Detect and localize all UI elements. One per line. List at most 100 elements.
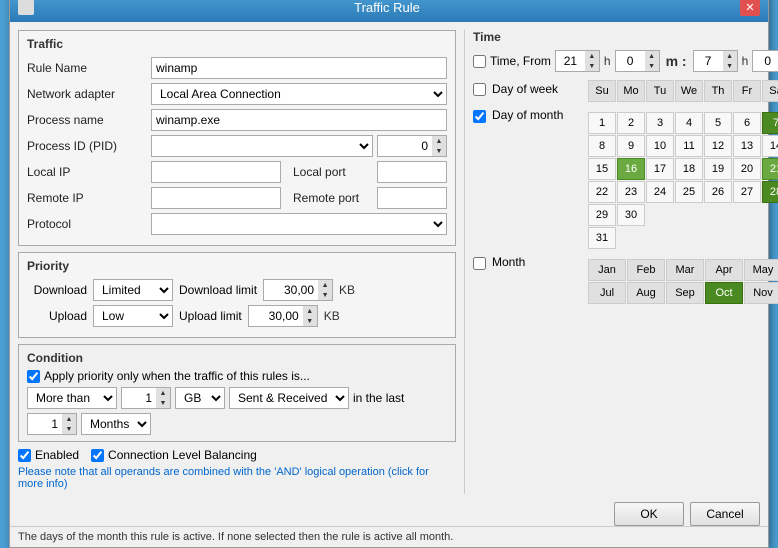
condition-value-input[interactable] <box>121 387 156 409</box>
cal-cell[interactable]: 21 <box>762 158 778 180</box>
time-m-down[interactable]: ▼ <box>645 61 659 71</box>
protocol-select[interactable] <box>151 213 447 235</box>
dow-cell[interactable]: Tu <box>646 80 674 102</box>
time-toh-input[interactable] <box>693 50 723 72</box>
cal-cell[interactable]: 23 <box>617 181 645 203</box>
local-port-input[interactable] <box>377 161 447 183</box>
cal-cell[interactable]: 22 <box>588 181 616 203</box>
cal-cell[interactable]: 26 <box>704 181 732 203</box>
condition-checkbox[interactable] <box>27 370 40 383</box>
cal-cell[interactable]: 17 <box>646 158 674 180</box>
download-select[interactable]: Limited Low Normal High <box>93 279 173 301</box>
connection-balancing-checkbox[interactable] <box>91 449 104 462</box>
upload-limit-input[interactable] <box>248 305 303 327</box>
cal-cell[interactable]: 29 <box>588 204 616 226</box>
cal-cell[interactable]: 15 <box>588 158 616 180</box>
rule-name-input[interactable] <box>151 57 447 79</box>
month-cell[interactable]: Feb <box>627 259 665 281</box>
time-m-up[interactable]: ▲ <box>645 51 659 61</box>
cal-cell[interactable]: 12 <box>704 135 732 157</box>
time-from-label[interactable]: Time, From <box>490 54 551 68</box>
condition-unit-select[interactable]: GB MB KB <box>175 387 225 409</box>
remote-port-input[interactable] <box>377 187 447 209</box>
cal-cell[interactable]: 1 <box>588 112 616 134</box>
last-value-input[interactable] <box>27 413 62 435</box>
month-cell[interactable]: Mar <box>666 259 704 281</box>
cal-cell[interactable]: 18 <box>675 158 703 180</box>
day-of-month-label[interactable]: Day of month <box>492 108 582 122</box>
last-val-up[interactable]: ▲ <box>62 414 76 424</box>
info-link[interactable]: Please note that all operands are combin… <box>18 466 456 490</box>
time-h-input[interactable] <box>555 50 585 72</box>
connection-balancing-label[interactable]: Connection Level Balancing <box>91 448 257 462</box>
condition-val-up[interactable]: ▲ <box>156 388 170 398</box>
month-cell[interactable]: Jul <box>588 282 626 304</box>
enabled-label[interactable]: Enabled <box>18 448 79 462</box>
dow-cell[interactable]: We <box>675 80 703 102</box>
time-from-checkbox[interactable] <box>473 55 486 68</box>
download-spin-up[interactable]: ▲ <box>318 280 332 290</box>
cal-cell[interactable]: 4 <box>675 112 703 134</box>
cal-cell[interactable]: 2 <box>617 112 645 134</box>
time-tom-input[interactable] <box>752 50 778 72</box>
cal-cell[interactable]: 31 <box>588 227 616 249</box>
cal-cell[interactable]: 3 <box>646 112 674 134</box>
day-of-week-checkbox[interactable] <box>473 83 486 96</box>
download-limit-input[interactable] <box>263 279 318 301</box>
month-label[interactable]: Month <box>492 255 582 269</box>
cal-cell[interactable]: 13 <box>733 135 761 157</box>
download-spin-down[interactable]: ▼ <box>318 290 332 300</box>
dow-cell[interactable]: Fr <box>733 80 761 102</box>
time-toh-up[interactable]: ▲ <box>723 51 737 61</box>
cal-cell[interactable]: 20 <box>733 158 761 180</box>
upload-spin-up[interactable]: ▲ <box>303 306 317 316</box>
condition-checkbox-label[interactable]: Apply priority only when the traffic of … <box>44 369 310 383</box>
cal-cell[interactable]: 5 <box>704 112 732 134</box>
cal-cell[interactable]: 28 <box>762 181 778 203</box>
time-h-up[interactable]: ▲ <box>585 51 599 61</box>
cal-cell[interactable]: 8 <box>588 135 616 157</box>
month-cell[interactable]: May <box>744 259 778 281</box>
dow-cell[interactable]: Th <box>704 80 732 102</box>
condition-traffic-type-select[interactable]: Sent & Received Sent Received <box>229 387 349 409</box>
cal-cell[interactable]: 9 <box>617 135 645 157</box>
time-h-down[interactable]: ▼ <box>585 61 599 71</box>
close-button[interactable]: ✕ <box>740 0 760 16</box>
cal-cell[interactable]: 27 <box>733 181 761 203</box>
remote-ip-input[interactable] <box>151 187 281 209</box>
month-cell[interactable]: Jan <box>588 259 626 281</box>
dow-cell[interactable]: Sa <box>762 80 778 102</box>
month-checkbox[interactable] <box>473 257 486 270</box>
cal-cell[interactable]: 14 <box>762 135 778 157</box>
cal-cell[interactable]: 7 <box>762 112 778 134</box>
upload-select[interactable]: Low Limited Normal High <box>93 305 173 327</box>
cal-cell[interactable]: 11 <box>675 135 703 157</box>
enabled-checkbox[interactable] <box>18 449 31 462</box>
dow-cell[interactable]: Mo <box>617 80 645 102</box>
period-select[interactable]: Months Weeks Days <box>81 413 151 435</box>
cancel-button[interactable]: Cancel <box>690 502 760 526</box>
pid-spin-up[interactable]: ▲ <box>432 136 446 146</box>
ok-button[interactable]: OK <box>614 502 684 526</box>
cal-cell[interactable]: 6 <box>733 112 761 134</box>
network-adapter-select[interactable]: Local Area Connection <box>151 83 447 105</box>
day-of-month-checkbox[interactable] <box>473 110 486 123</box>
pid-value-input[interactable] <box>377 135 432 157</box>
local-ip-input[interactable] <box>151 161 281 183</box>
cal-cell[interactable]: 30 <box>617 204 645 226</box>
month-cell[interactable]: Sep <box>666 282 704 304</box>
pid-spin-down[interactable]: ▼ <box>432 146 446 156</box>
month-cell[interactable]: Oct <box>705 282 743 304</box>
cal-cell[interactable]: 16 <box>617 158 645 180</box>
month-cell[interactable]: Nov <box>744 282 778 304</box>
process-pid-select[interactable] <box>151 135 373 157</box>
day-of-week-label[interactable]: Day of week <box>492 82 582 96</box>
cal-cell[interactable]: 19 <box>704 158 732 180</box>
cal-cell[interactable]: 10 <box>646 135 674 157</box>
cal-cell[interactable]: 24 <box>646 181 674 203</box>
process-name-input[interactable] <box>151 109 447 131</box>
time-toh-down[interactable]: ▼ <box>723 61 737 71</box>
time-m-input[interactable] <box>615 50 645 72</box>
last-val-down[interactable]: ▼ <box>62 424 76 434</box>
month-cell[interactable]: Aug <box>627 282 665 304</box>
